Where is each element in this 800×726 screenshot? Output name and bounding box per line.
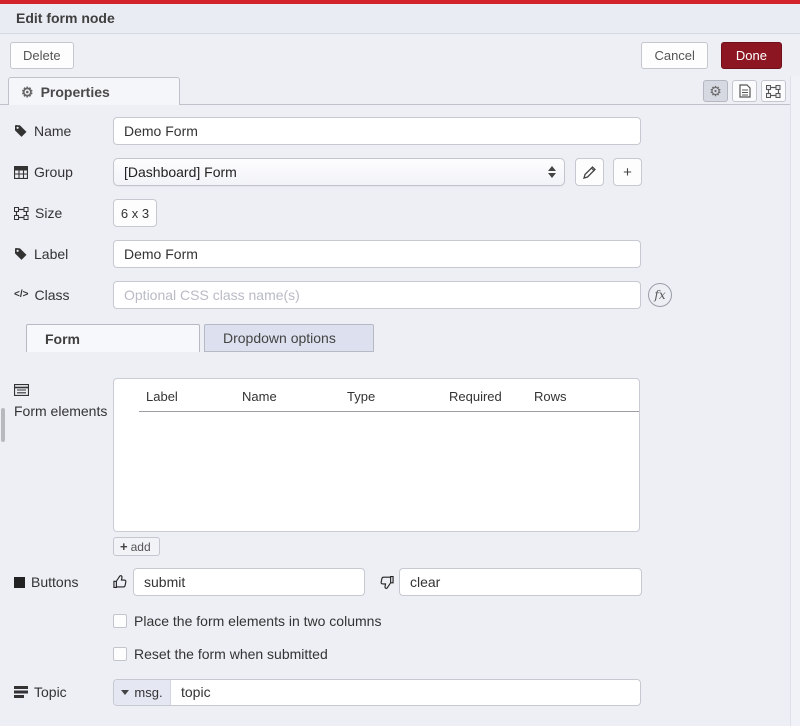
name-row: Name — [14, 117, 800, 145]
document-icon — [739, 84, 751, 98]
form-elements-row: Form elements Label Name Type Required R… — [14, 378, 800, 556]
label-input[interactable] — [113, 240, 641, 268]
label-label: Label — [14, 245, 113, 263]
name-label: Name — [14, 122, 113, 140]
size-button[interactable]: 6 x 3 — [113, 199, 157, 227]
typed-input-type-select[interactable]: msg. — [114, 680, 171, 705]
chevron-down-icon — [121, 690, 129, 695]
square-icon — [14, 577, 25, 588]
typed-input-type-label: msg. — [134, 685, 162, 700]
topic-input[interactable] — [171, 680, 640, 705]
reset-form-option: Reset the form when submitted — [113, 646, 800, 662]
properties-icon-button[interactable]: ⚙ — [703, 80, 728, 102]
group-label: Group — [14, 163, 113, 181]
topic-typed-input: msg. — [113, 679, 641, 706]
group-select[interactable]: [Dashboard] Form — [113, 158, 565, 186]
form-elements-header: Label Name Type Required Rows — [139, 387, 639, 412]
size-row: Size 6 x 3 — [14, 199, 800, 227]
size-label: Size — [14, 204, 113, 222]
edit-node-dialog: Edit form node Delete Cancel Done ⚙ Prop… — [0, 0, 800, 706]
add-element-label: add — [131, 540, 151, 554]
table-icon — [14, 166, 28, 179]
cancel-button[interactable]: Cancel — [641, 42, 707, 69]
two-columns-checkbox[interactable] — [113, 614, 127, 628]
column-header: Label — [139, 389, 242, 404]
reset-form-checkbox[interactable] — [113, 647, 127, 661]
tasks-icon — [14, 686, 28, 698]
plus-icon: + — [120, 539, 128, 554]
thumbs-up-icon — [113, 574, 128, 590]
two-columns-label: Place the form elements in two columns — [134, 613, 381, 629]
add-element-button[interactable]: + add — [113, 537, 160, 556]
form-elements-list[interactable]: Label Name Type Required Rows — [113, 378, 640, 532]
object-group-icon — [766, 85, 781, 98]
add-group-button[interactable]: + — [613, 158, 642, 186]
gear-icon: ⚙ — [21, 85, 34, 99]
delete-button[interactable]: Delete — [10, 42, 74, 69]
pencil-icon — [583, 166, 596, 179]
editor-icon-buttons: ⚙ — [703, 80, 786, 102]
column-header: Required — [449, 389, 534, 404]
form-subtabs: Form Dropdown options — [26, 324, 800, 352]
done-button[interactable]: Done — [721, 42, 782, 69]
tag-icon — [14, 124, 28, 138]
clear-button-label-input[interactable] — [399, 568, 642, 596]
node-edit-form: Name Group [Dashboard] Form + — [0, 105, 800, 706]
buttons-label: Buttons — [14, 573, 113, 591]
label-row: Label — [14, 240, 800, 268]
description-icon-button[interactable] — [732, 80, 757, 102]
two-columns-option: Place the form elements in two columns — [113, 613, 800, 629]
column-header: Name — [242, 389, 347, 404]
tab-dropdown-options[interactable]: Dropdown options — [204, 324, 374, 352]
submit-button-label-input[interactable] — [133, 568, 365, 596]
form-elements-label: Form elements — [14, 378, 113, 420]
column-header: Rows — [534, 389, 639, 404]
tab-properties-label: Properties — [41, 84, 110, 100]
tag-icon — [14, 247, 28, 261]
select-arrows-icon — [548, 166, 556, 178]
class-label: </> Class — [14, 286, 113, 304]
dialog-title: Edit form node — [0, 4, 800, 34]
topic-row: Topic msg. — [14, 678, 800, 706]
editor-tabbar: ⚙ Properties ⚙ — [0, 77, 800, 105]
group-row: Group [Dashboard] Form + — [14, 158, 800, 186]
tab-properties[interactable]: ⚙ Properties — [8, 77, 180, 105]
thumbs-down-icon — [379, 574, 394, 590]
class-row: </> Class fx — [14, 281, 800, 309]
topic-label: Topic — [14, 683, 113, 701]
dialog-toolbar: Delete Cancel Done — [0, 34, 800, 77]
appearance-icon-button[interactable] — [761, 80, 786, 102]
column-header: Type — [347, 389, 449, 404]
code-icon: </> — [14, 286, 28, 304]
right-scrollbar-track[interactable] — [790, 76, 800, 726]
class-input[interactable] — [113, 281, 641, 309]
edit-group-button[interactable] — [575, 158, 604, 186]
plus-icon: + — [623, 164, 632, 181]
fx-expression-icon[interactable]: fx — [648, 283, 672, 307]
group-select-value: [Dashboard] Form — [124, 164, 548, 180]
object-group-icon — [14, 207, 29, 220]
name-input[interactable] — [113, 117, 641, 145]
list-icon — [14, 384, 29, 396]
left-scrollbar-thumb[interactable] — [1, 408, 5, 442]
reset-form-label: Reset the form when submitted — [134, 646, 328, 662]
tab-form[interactable]: Form — [26, 324, 200, 352]
gear-icon: ⚙ — [709, 84, 722, 98]
buttons-row: Buttons — [14, 568, 800, 596]
